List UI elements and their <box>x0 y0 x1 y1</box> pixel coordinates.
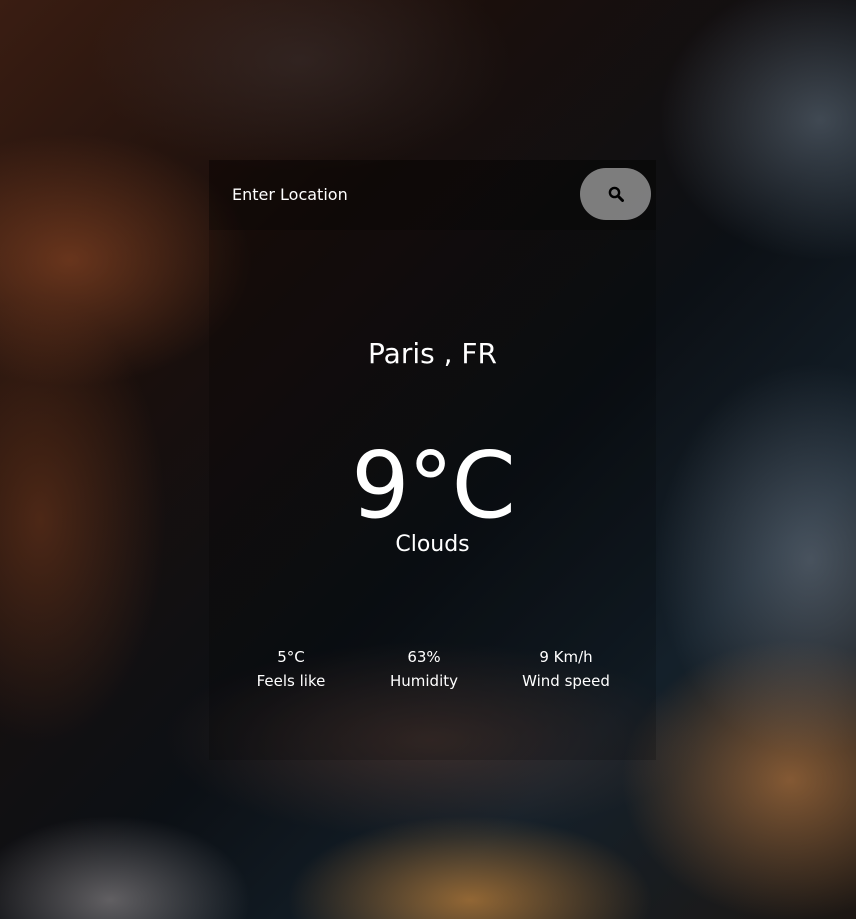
wind-speed-stat: 9 Km/h Wind speed <box>496 645 636 693</box>
wind-speed-value: 9 Km/h <box>539 648 593 666</box>
feels-like-stat: 5°C Feels like <box>221 645 361 693</box>
weather-description: Clouds <box>395 532 470 557</box>
feels-like-value: 5°C <box>277 648 305 666</box>
humidity-stat: 63% Humidity <box>354 645 494 693</box>
feels-like-label: Feels like <box>256 672 326 690</box>
location-name: Paris , FR <box>368 337 497 370</box>
humidity-label: Humidity <box>389 672 458 690</box>
location-input[interactable] <box>222 176 582 212</box>
humidity-value: 63% <box>407 648 441 666</box>
wind-speed-label: Wind speed <box>522 672 610 690</box>
current-temperature: 9°C <box>351 432 516 539</box>
search-icon <box>608 186 624 202</box>
search-button[interactable] <box>580 168 651 220</box>
